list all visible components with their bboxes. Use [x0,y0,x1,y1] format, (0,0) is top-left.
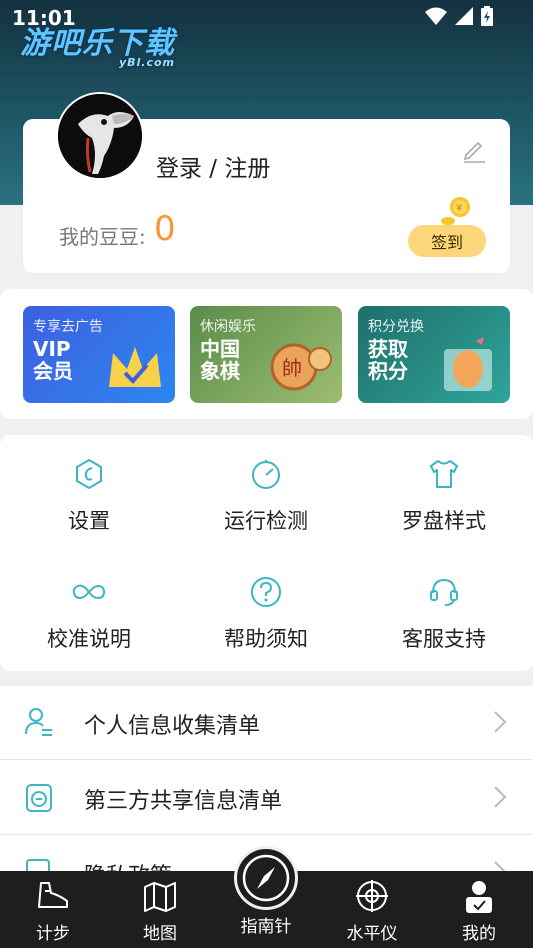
compass-icon [242,854,290,902]
gift-egg-icon [444,337,492,391]
promo-title-line2: 会员 [33,359,73,383]
promo-card: 专享去广告 VIP 会员 休闲娱乐 中国 象棋 帥 积分兑换 获取 积分 [0,289,533,419]
headset-icon [430,578,458,606]
chevron-right-icon [494,711,507,733]
crown-icon [109,347,161,387]
level-icon [356,880,388,912]
list-item-personal-info[interactable]: 个人信息收集清单 [0,686,533,760]
list-item-label: 个人信息收集清单 [84,714,261,739]
nav-tab-compass[interactable] [234,846,298,910]
promo-title-line2: 积分 [368,359,408,383]
nav-tab-label: 水平仪 [346,924,398,944]
share-doc-icon [26,784,52,812]
promo-title-line1: 获取 [368,337,408,361]
nav-tab-label: 计步 [36,924,70,944]
grid-item-label: 设置 [68,509,110,533]
grid-item-label: 运行检测 [224,509,308,533]
promo-title: 获取 积分 [368,338,408,382]
nav-tab-level[interactable]: 水平仪 [327,879,417,944]
promo-title-line1: 中国 [200,337,240,361]
nav-tab-label: 我的 [462,924,496,944]
promo-title-line1: VIP [33,337,71,361]
question-icon [251,577,281,607]
map-icon [144,882,176,912]
shoe-icon [38,882,68,908]
coin-stack-icon: ¥ [441,197,470,225]
hexagon-settings-icon [76,458,102,490]
wifi-icon [425,7,447,25]
promo-tag: 专享去广告 [33,319,103,335]
svg-text:帥: 帥 [282,356,302,380]
grid-item-label: 罗盘样式 [402,509,486,533]
nav-tab-mine[interactable]: 我的 [434,879,524,944]
grid-item-help[interactable]: 帮助须知 [177,575,355,675]
promo-points-banner[interactable]: 积分兑换 获取 积分 [358,306,510,403]
battery-icon [481,6,493,26]
beans-count: 0 [154,209,176,249]
infinity-icon [72,584,106,600]
tshirt-icon [430,460,458,488]
grid-item-calibration[interactable]: 校准说明 [0,575,178,675]
grid-item-label: 帮助须知 [224,627,308,651]
promo-tag: 休闲娱乐 [200,319,256,335]
promo-chess-banner[interactable]: 休闲娱乐 中国 象棋 帥 [190,306,342,403]
grid-item-compass-style[interactable]: 罗盘样式 [355,457,533,557]
chevron-right-icon [494,786,507,808]
list-item-label: 第三方共享信息清单 [84,789,283,814]
grid-item-run-check[interactable]: 运行检测 [177,457,355,557]
watermark-logo: 游吧乐下载 yBl.com [20,18,175,69]
promo-vip-banner[interactable]: 专享去广告 VIP 会员 [23,306,175,403]
person-list-icon [25,708,52,736]
login-register-link[interactable]: 登录 / 注册 [156,149,270,183]
avatar[interactable] [56,92,144,180]
chess-piece-icon: 帥 [270,343,332,391]
nav-tab-steps[interactable]: 计步 [8,879,98,944]
edit-icon[interactable] [460,135,488,163]
function-grid: 设置 运行检测 罗盘样式 校准说明 帮助须知 客服支持 [0,435,533,671]
checkin-button[interactable]: 签到 [408,225,486,257]
beans-label: 我的豆豆: [59,225,146,249]
nav-tab-label: 地图 [143,924,177,944]
gauge-icon [252,460,280,489]
grid-item-label: 校准说明 [47,627,131,651]
status-icons [425,6,493,26]
promo-title: 中国 象棋 [200,338,240,382]
nav-tab-map[interactable]: 地图 [115,879,205,944]
grid-item-support[interactable]: 客服支持 [355,575,533,675]
bird-avatar-icon [58,94,142,178]
promo-tag: 积分兑换 [368,319,424,335]
svg-text:¥: ¥ [456,203,462,214]
signal-icon [455,7,473,25]
promo-title-line2: 象棋 [200,359,240,383]
list-item-third-party[interactable]: 第三方共享信息清单 [0,761,533,835]
promo-title: VIP 会员 [33,338,73,382]
grid-item-label: 客服支持 [402,627,486,651]
user-icon [466,881,492,913]
nav-tab-compass-label: 指南针 [240,917,292,937]
grid-item-settings[interactable]: 设置 [0,457,178,557]
